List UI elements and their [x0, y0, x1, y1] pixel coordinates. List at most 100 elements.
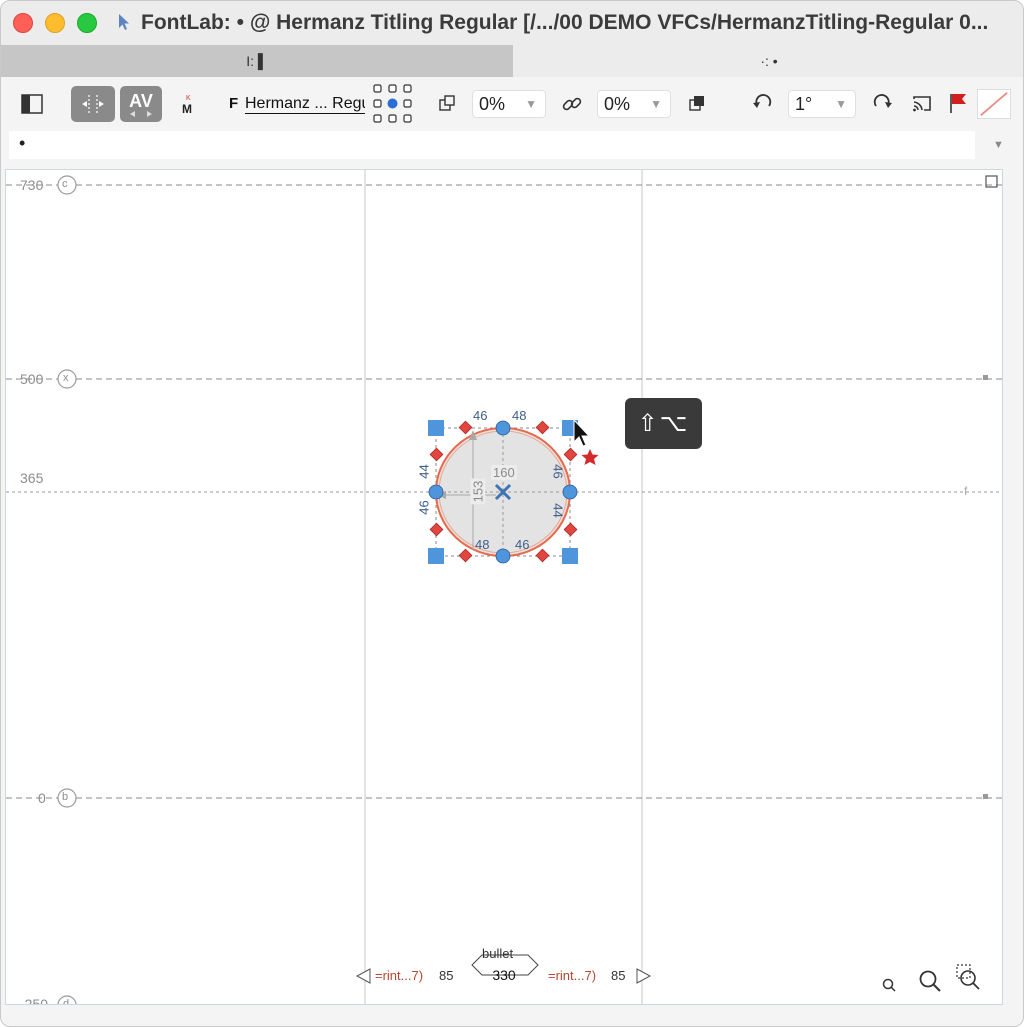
- dim-width: 160: [491, 465, 517, 480]
- lock-icon[interactable]: [983, 794, 988, 799]
- dim-height: 153: [470, 478, 486, 505]
- left-sidebearing-arrow-icon[interactable]: [355, 968, 371, 984]
- guide-label-descender: -250: [20, 996, 49, 1005]
- node-top[interactable]: [495, 420, 511, 436]
- zoom-icon[interactable]: [919, 970, 941, 992]
- right-sidebearing-arrow-icon[interactable]: [636, 968, 652, 984]
- bcp-handle[interactable]: [429, 447, 444, 462]
- link-proportions-button[interactable]: [561, 93, 583, 115]
- canvas-drawing: [6, 170, 1002, 1004]
- rotate-cw-icon: [873, 94, 892, 108]
- chevron-down-icon: ▼: [835, 97, 847, 111]
- scale-y-value: 0%: [604, 93, 631, 114]
- dim-top-right: 48: [512, 408, 527, 423]
- cast-button[interactable]: [911, 93, 933, 115]
- kerning-arrows-icon: [130, 111, 152, 117]
- transform-origin-selector[interactable]: [371, 83, 415, 125]
- tab-font-window[interactable]: ·: •: [513, 45, 1023, 77]
- sidebar-icon: [21, 94, 43, 114]
- left-sidebearing-expression[interactable]: =rint...7): [375, 968, 423, 983]
- node-right[interactable]: [562, 484, 578, 500]
- sidebar-toggle-button[interactable]: [19, 91, 45, 117]
- dim-bottom-right: 46: [515, 537, 530, 552]
- rotate-right-button[interactable]: [871, 93, 893, 113]
- glyph-canvas[interactable]: 730 c 500 x 365 0 b -250 d f 46 48 48 46…: [5, 169, 1003, 1005]
- minimize-window-button[interactable]: [45, 13, 65, 33]
- cast-icon: [913, 96, 931, 112]
- guide-label-baseline: 0: [38, 790, 46, 806]
- app-window: FontLab: • @ Hermanz Titling Regular [/.…: [0, 0, 1024, 1027]
- duplicate-button[interactable]: [687, 93, 707, 113]
- tab-glyph-window[interactable]: I: ▌: [1, 45, 513, 77]
- font-name-selector[interactable]: Hermanz ... Regular: [245, 95, 365, 114]
- km-icon: K M: [182, 95, 192, 116]
- guide-tag-letter: b: [62, 791, 69, 803]
- kerning-mode-button[interactable]: AV: [120, 86, 162, 122]
- guide-tag-letter: c: [62, 178, 68, 190]
- guide-tag-letter: d: [63, 998, 70, 1005]
- chevron-down-icon[interactable]: ▼: [993, 139, 1004, 151]
- metrics-mode-button[interactable]: [71, 86, 115, 122]
- no-color-icon: [980, 91, 1008, 117]
- modifier-keys-tooltip: ⇧⌥: [625, 398, 702, 449]
- advance-width-value[interactable]: 330: [471, 967, 537, 983]
- rotate-left-button[interactable]: [752, 93, 774, 113]
- bcp-handle[interactable]: [563, 447, 578, 462]
- kerning-class-button[interactable]: K M: [179, 91, 199, 117]
- title-bar: FontLab: • @ Hermanz Titling Regular [/.…: [1, 1, 1023, 45]
- scale-y-field[interactable]: 0% ▼: [597, 90, 671, 118]
- corner-handle-bottom-right[interactable]: [562, 548, 578, 564]
- close-window-button[interactable]: [13, 13, 33, 33]
- corner-handle-top-left[interactable]: [428, 420, 444, 436]
- kerning-label: AV: [129, 91, 153, 111]
- guide-label-xheight: 500: [20, 371, 44, 387]
- zoom-to-selection-icon[interactable]: [956, 964, 980, 990]
- bcp-handle[interactable]: [535, 420, 550, 435]
- link-icon: [562, 97, 582, 111]
- toolbar: AV K M F Hermanz ... Regular: [1, 77, 1023, 131]
- bcp-handle[interactable]: [429, 522, 444, 537]
- guide-label-mid: 365: [20, 470, 44, 486]
- rotate-angle-field[interactable]: 1° ▼: [788, 90, 856, 118]
- guide-label-cap: 730: [20, 177, 44, 193]
- glyph-name-label: bullet: [482, 946, 514, 961]
- node-bottom[interactable]: [495, 548, 511, 564]
- font-indicator: F: [229, 95, 239, 112]
- scale-x-field[interactable]: 0% ▼: [472, 90, 546, 118]
- bcp-handle[interactable]: [458, 548, 473, 563]
- dim-top-left: 46: [473, 408, 488, 423]
- lock-icon[interactable]: [983, 375, 988, 380]
- duplicate-icon: [689, 96, 704, 111]
- guide-f-label: f: [964, 484, 968, 498]
- tab-bar: I: ▌ ·: •: [1, 45, 1023, 77]
- bcp-handle[interactable]: [458, 420, 473, 435]
- window-title: FontLab: • @ Hermanz Titling Regular [/.…: [141, 11, 989, 34]
- svg-text:K: K: [186, 95, 191, 102]
- star-icon: [581, 449, 599, 465]
- pointer-tool-icon: [119, 14, 129, 30]
- scale-x-value: 0%: [479, 93, 506, 114]
- zoom-small-icon[interactable]: [882, 978, 896, 992]
- maximize-window-button[interactable]: [77, 13, 97, 33]
- svg-text:M: M: [182, 102, 192, 116]
- node-left[interactable]: [428, 484, 444, 500]
- bcp-handle[interactable]: [563, 522, 578, 537]
- color-swatch-button[interactable]: [977, 89, 1011, 119]
- dim-right-top: 46: [550, 464, 566, 479]
- right-sidebearing-value[interactable]: 85: [611, 968, 625, 983]
- mouse-cursor-icon: [573, 418, 591, 447]
- metrics-icon: [82, 95, 104, 113]
- dim-right-bottom: 44: [550, 503, 566, 518]
- text-line-input[interactable]: •: [9, 131, 975, 159]
- left-sidebearing-value[interactable]: 85: [439, 968, 453, 983]
- flag-button[interactable]: [947, 91, 969, 115]
- guide-tag-letter: x: [63, 372, 69, 384]
- scale-button[interactable]: [437, 93, 457, 113]
- corner-handle-bottom-left[interactable]: [428, 548, 444, 564]
- right-sidebearing-expression[interactable]: =rint...7): [548, 968, 596, 983]
- dim-bottom-left: 48: [475, 537, 490, 552]
- flag-icon: [950, 94, 966, 113]
- bcp-handle[interactable]: [535, 548, 550, 563]
- chevron-down-icon: ▼: [525, 97, 537, 111]
- rotate-ccw-icon: [753, 94, 772, 108]
